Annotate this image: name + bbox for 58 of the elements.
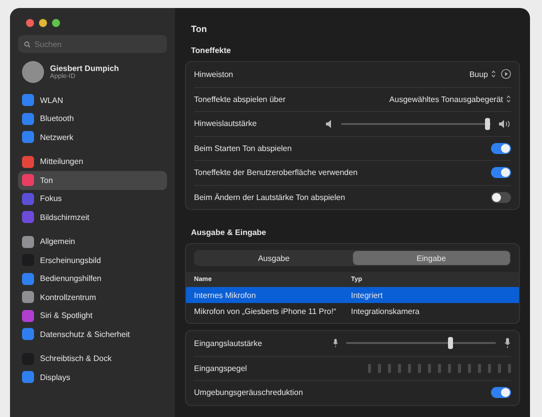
setting-label: Hinweislautstärke: [194, 119, 257, 128]
setting-label: Toneffekte der Benutzeroberfläche verwenden: [194, 168, 358, 178]
sidebar-item[interactable]: WLAN: [18, 91, 167, 110]
minimize-button[interactable]: [39, 19, 47, 27]
setting-label: Hinweiston: [194, 70, 234, 79]
setting-label: Beim Starten Ton abspielen: [194, 144, 292, 153]
setting-label: Umgebungsgeräuschreduktion: [194, 388, 303, 398]
table-cell-text: Mikrofon von „Giesberts iPhone 11 Pro!“: [194, 306, 338, 316]
window-title: Ton: [191, 24, 208, 34]
sidebar-item[interactable]: Displays: [18, 368, 167, 386]
toggle-switch[interactable]: [491, 387, 511, 398]
chevron-icon: [491, 70, 496, 78]
section-heading: Toneffekte: [191, 46, 232, 55]
device-row[interactable]: Internes Mikrofon Integriert: [186, 287, 519, 303]
slider-thumb[interactable]: [448, 337, 452, 350]
search-input[interactable]: Suchen: [34, 40, 161, 48]
device-row[interactable]: Mikrofon von „Giesberts iPhone 11 Pro!“ Integrationskamera: [186, 303, 519, 319]
setting-label: Eingangslautstärke: [194, 338, 262, 348]
account-name: Giesbert Dumpich: [50, 64, 119, 73]
microphone-icon: [504, 338, 511, 348]
sidebar-item[interactable]: Netzwerk: [18, 128, 167, 146]
zoom-button[interactable]: [52, 19, 60, 27]
setting-label: Beim Ändern der Lautstärke Ton abspielen: [194, 192, 346, 202]
slider-thumb[interactable]: [484, 118, 490, 130]
setting-label: Eingangspegel: [194, 364, 247, 373]
sidebar-item[interactable]: Schreibtisch & Dock: [18, 350, 167, 368]
play-icon[interactable]: [501, 69, 511, 80]
sidebar-item[interactable]: Siri & Spotlight: [18, 306, 167, 325]
sidebar-item[interactable]: Bedienungshilfen: [18, 270, 167, 288]
popup-button[interactable]: Ausgewähltes Tonausgabegerät: [389, 94, 511, 104]
chevron-icon: [506, 95, 511, 104]
sidebar-item[interactable]: Allgemein: [18, 232, 167, 251]
microphone-icon: [333, 338, 338, 348]
segment-tab[interactable]: Eingabe: [352, 251, 510, 265]
speaker-low-icon: [326, 120, 333, 128]
close-button[interactable]: [26, 19, 34, 27]
sidebar-item[interactable]: Kontrollzentrum: [18, 288, 167, 306]
sidebar-item[interactable]: Bluetooth: [18, 110, 167, 128]
sidebar-item[interactable]: Mitteilungen: [18, 152, 167, 171]
section-heading: Ausgabe & Eingabe: [191, 228, 268, 237]
toggle-switch[interactable]: [491, 142, 511, 154]
search-icon: [24, 40, 30, 48]
segment-tab[interactable]: Ausgabe: [195, 251, 352, 265]
toggle-switch[interactable]: [491, 167, 511, 178]
sidebar-item[interactable]: Datenschutz & Sicherheit: [18, 325, 167, 344]
table-cell-text: Integrationskamera: [351, 306, 420, 316]
sidebar-item[interactable]: Erscheinungsbild: [18, 251, 167, 270]
sidebar-item[interactable]: Bildschirmzeit: [18, 208, 167, 226]
search-field[interactable]: Suchen: [18, 35, 167, 53]
sidebar-item[interactable]: Fokus: [18, 190, 167, 208]
setting-label: Toneffekte abspielen über: [194, 94, 286, 104]
table-cell-text: Integriert: [351, 290, 384, 300]
toggle-switch[interactable]: [491, 192, 511, 203]
avatar[interactable]: [22, 61, 44, 83]
speaker-loud-icon: [499, 120, 511, 128]
sidebar-item[interactable]: Ton: [18, 171, 167, 190]
popup-button[interactable]: Buup: [469, 70, 496, 79]
table-cell-text: Internes Mikrofon: [194, 290, 257, 300]
